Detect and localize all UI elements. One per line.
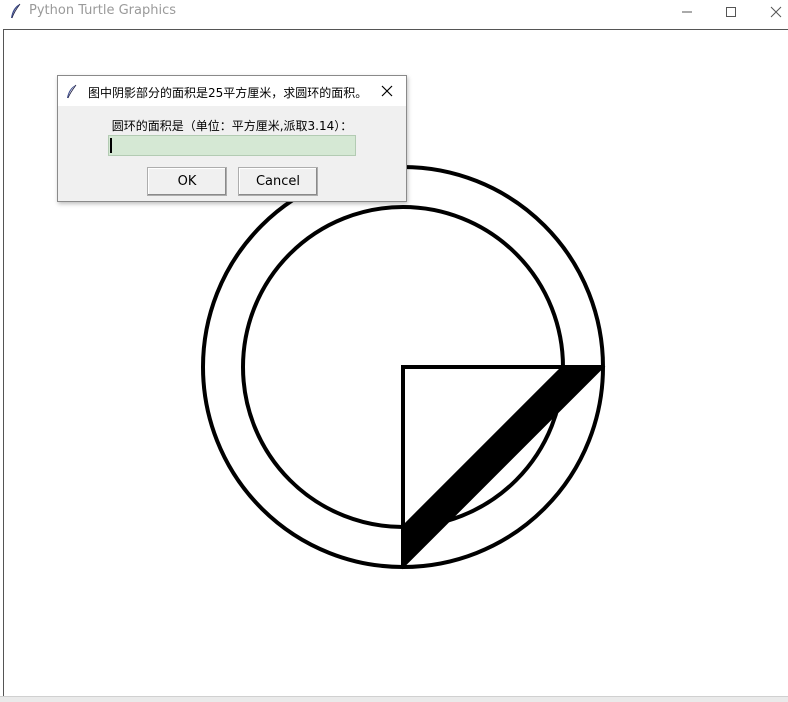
ok-button[interactable]: OK (147, 167, 227, 196)
dialog-close-button[interactable] (378, 82, 396, 100)
dialog-prompt: 圆环的面积是（单位：平方厘米,派取3.14）： (111, 119, 353, 133)
window-bottom-edge (0, 696, 788, 702)
inner-hypotenuse (401, 365, 565, 529)
dialog-titlebar: 图中阴影部分的面积是25平方厘米，求圆环的面积。 (58, 76, 406, 106)
answer-input[interactable] (108, 135, 356, 156)
shaded-region (402, 366, 606, 570)
cancel-button[interactable]: Cancel (238, 167, 318, 196)
text-caret (110, 138, 112, 153)
input-dialog: 图中阴影部分的面积是25平方厘米，求圆环的面积。 圆环的面积是（单位：平方厘米,… (57, 75, 407, 202)
feather-icon (66, 84, 78, 99)
close-icon (381, 82, 393, 101)
dialog-title: 图中阴影部分的面积是25平方厘米，求圆环的面积。 (88, 86, 368, 100)
